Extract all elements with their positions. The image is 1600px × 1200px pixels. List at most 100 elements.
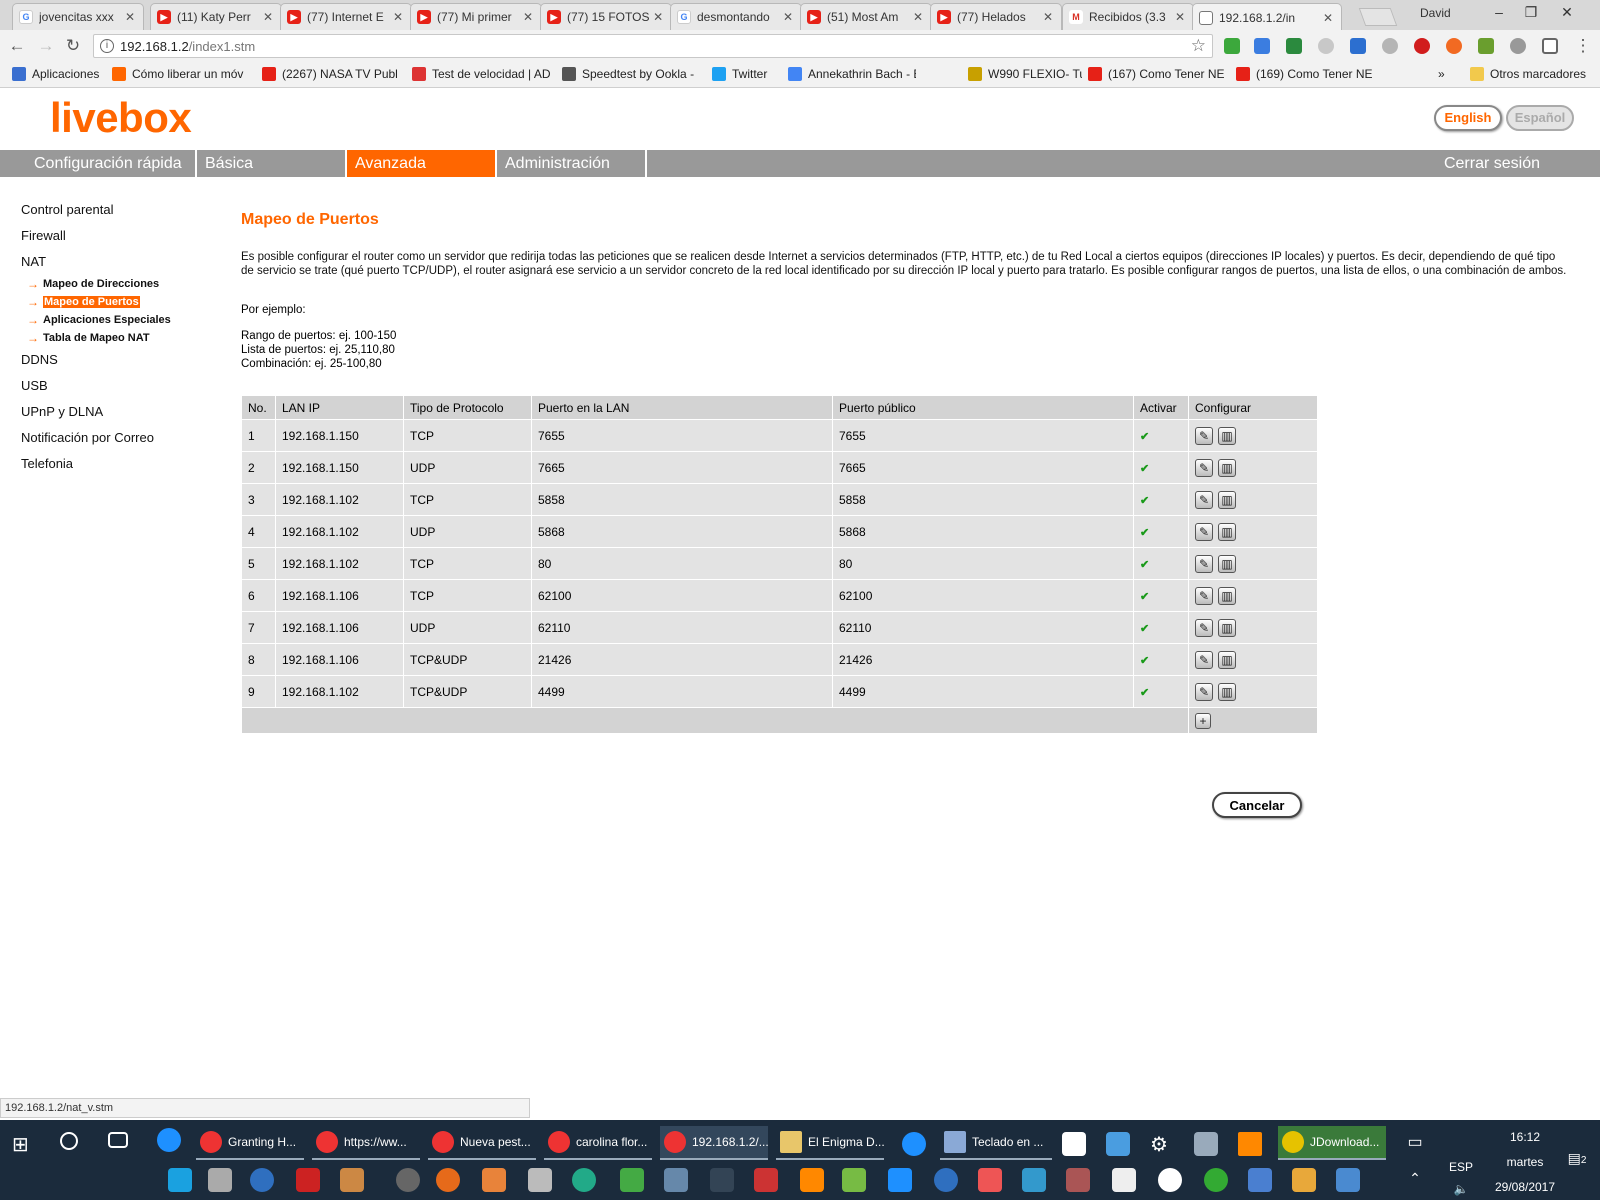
close-tab-icon[interactable]: ✕: [393, 10, 405, 24]
taskbar-app-chrome-active[interactable]: 192.168.1.2/...: [660, 1126, 768, 1160]
app-icon[interactable]: [1204, 1168, 1228, 1192]
bookmark-item[interactable]: Test de velocidad | AD: [412, 67, 554, 81]
reload-icon[interactable]: ↻: [62, 36, 84, 56]
sidebar-subitem-mapeo-puertos[interactable]: → Mapeo de Puertos: [27, 295, 140, 309]
sidebar-item-control-parental[interactable]: Control parental: [21, 202, 114, 217]
trash-icon[interactable]: ▥: [1218, 522, 1236, 541]
browser-tab[interactable]: ▶ (51) Most Am ✕: [800, 3, 932, 30]
search-icon[interactable]: [60, 1132, 78, 1150]
app-icon[interactable]: [528, 1168, 552, 1192]
cancel-button[interactable]: Cancelar: [1212, 792, 1302, 818]
close-tab-icon[interactable]: ✕: [1175, 10, 1187, 24]
close-window-button[interactable]: ✕: [1552, 4, 1582, 24]
espanol-button[interactable]: Español: [1506, 105, 1574, 131]
app-icon[interactable]: [620, 1168, 644, 1192]
trash-icon[interactable]: ▥: [1218, 618, 1236, 637]
chrome-menu-icon[interactable]: ⋮: [1572, 36, 1594, 56]
app-icon[interactable]: [1336, 1168, 1360, 1192]
clock-date[interactable]: 29/08/2017: [1490, 1180, 1560, 1194]
app-icon[interactable]: [1248, 1168, 1272, 1192]
nav-administracion[interactable]: Administración: [497, 150, 647, 177]
trash-icon[interactable]: ▥: [1218, 426, 1236, 445]
browser-tab[interactable]: M Recibidos (3.3 ✕: [1062, 3, 1194, 30]
sidebar-item-upnp[interactable]: UPnP y DLNA: [21, 404, 103, 419]
edit-icon[interactable]: ✎: [1195, 522, 1213, 541]
nav-avanzada[interactable]: Avanzada: [347, 150, 497, 177]
trash-icon[interactable]: ▥: [1218, 490, 1236, 509]
skype-icon[interactable]: [168, 1168, 192, 1192]
volume-icon[interactable]: 🔈: [1446, 1182, 1476, 1196]
vlc-icon[interactable]: [800, 1168, 824, 1192]
nav-configuracion-rapida[interactable]: Configuración rápida: [26, 150, 197, 177]
app-icon[interactable]: [754, 1168, 778, 1192]
info-icon[interactable]: i: [100, 39, 114, 53]
bookmark-apps[interactable]: Aplicaciones: [12, 67, 102, 81]
close-tab-icon[interactable]: ✕: [125, 10, 137, 24]
app-icon[interactable]: [1194, 1132, 1218, 1156]
globe-icon[interactable]: [934, 1168, 958, 1192]
logout-link[interactable]: Cerrar sesión: [1444, 150, 1540, 177]
taskbar-app-chrome[interactable]: Granting H...: [196, 1126, 304, 1160]
telegram-icon[interactable]: [888, 1168, 912, 1192]
translate-extension-icon[interactable]: [1254, 38, 1270, 54]
app-icon[interactable]: [296, 1168, 320, 1192]
sidebar-item-ddns[interactable]: DDNS: [21, 352, 58, 367]
store-icon[interactable]: [1062, 1132, 1086, 1156]
back-icon[interactable]: ←: [6, 36, 28, 56]
app-icon[interactable]: [1292, 1168, 1316, 1192]
profile-name[interactable]: David: [1420, 6, 1451, 20]
extension-icon[interactable]: [1382, 38, 1398, 54]
edit-icon[interactable]: ✎: [1195, 586, 1213, 605]
edit-icon[interactable]: ✎: [1195, 490, 1213, 509]
trash-icon[interactable]: ▥: [1218, 586, 1236, 605]
app-icon[interactable]: [572, 1168, 596, 1192]
sidebar-subitem-tabla-mapeo-nat[interactable]: → Tabla de Mapeo NAT: [27, 331, 150, 345]
new-tab-button[interactable]: [1358, 8, 1398, 26]
minimize-button[interactable]: –: [1484, 4, 1514, 24]
chevron-up-icon[interactable]: ⌃: [1400, 1170, 1430, 1187]
bookmark-item[interactable]: Twitter: [712, 67, 782, 81]
taskbar-app-chrome[interactable]: carolina flor...: [544, 1126, 652, 1160]
trash-icon[interactable]: ▥: [1218, 682, 1236, 701]
bookmark-item[interactable]: Speedtest by Ookla -: [562, 67, 704, 81]
close-tab-icon[interactable]: ✕: [1323, 11, 1335, 25]
bookmarks-overflow-button[interactable]: »: [1438, 67, 1445, 81]
sidebar-item-firewall[interactable]: Firewall: [21, 228, 66, 243]
notification-center-icon[interactable]: ▤2: [1562, 1150, 1592, 1167]
app-icon[interactable]: [208, 1168, 232, 1192]
tray-icon[interactable]: ▭: [1400, 1132, 1430, 1152]
browser-tab[interactable]: ▶ (11) Katy Perr ✕: [150, 3, 282, 30]
close-tab-icon[interactable]: ✕: [913, 10, 925, 24]
add-rule-icon[interactable]: +: [1195, 712, 1211, 729]
sidebar-item-nat[interactable]: NAT: [21, 254, 46, 269]
maximize-button[interactable]: ❐: [1516, 4, 1546, 24]
cast-icon[interactable]: [1542, 38, 1558, 54]
clock-day[interactable]: martes: [1490, 1155, 1560, 1169]
taskbar-app-document[interactable]: El Enigma D...: [776, 1126, 884, 1160]
taskbar-app-chrome[interactable]: https://ww...: [312, 1126, 420, 1160]
language-indicator[interactable]: ESP: [1446, 1160, 1476, 1174]
browser-tab[interactable]: ▶ (77) Mi primer ✕: [410, 3, 542, 30]
mail-icon[interactable]: [1112, 1168, 1136, 1192]
trash-icon[interactable]: ▥: [1218, 554, 1236, 573]
edit-icon[interactable]: ✎: [1195, 682, 1213, 701]
extension-icon[interactable]: [1318, 38, 1334, 54]
app-icon[interactable]: [664, 1168, 688, 1192]
browser-tab[interactable]: ▶ (77) Internet E ✕: [280, 3, 412, 30]
extension-icon[interactable]: [1510, 38, 1526, 54]
app-icon[interactable]: [1066, 1168, 1090, 1192]
taskbar-app-chrome[interactable]: Nueva pest...: [428, 1126, 536, 1160]
edit-icon[interactable]: ✎: [1195, 650, 1213, 669]
edit-icon[interactable]: ✎: [1195, 426, 1213, 445]
taskbar-app-keyboard[interactable]: Teclado en ...: [940, 1126, 1052, 1160]
trash-icon[interactable]: ▥: [1218, 650, 1236, 669]
bookmark-item[interactable]: (167) Como Tener NE: [1088, 67, 1224, 81]
bookmark-star-icon[interactable]: ☆: [1191, 36, 1206, 56]
app-icon[interactable]: [340, 1168, 364, 1192]
bookmark-item[interactable]: (2267) NASA TV Publ: [262, 67, 404, 81]
extension-icon[interactable]: [1446, 38, 1462, 54]
app-icon[interactable]: [1106, 1132, 1130, 1156]
download-icon[interactable]: [1022, 1168, 1046, 1192]
browser-tab[interactable]: ▶ (77) Helados ✕: [930, 3, 1062, 30]
other-bookmarks-folder[interactable]: Otros marcadores: [1470, 67, 1586, 81]
